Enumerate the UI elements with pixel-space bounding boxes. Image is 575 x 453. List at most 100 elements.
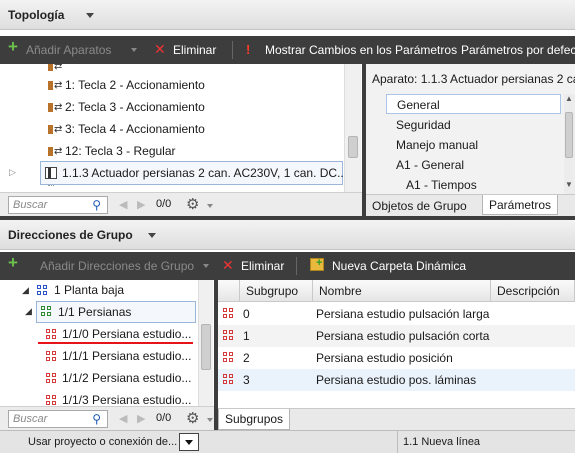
tree-main-group-row[interactable]: ◢ 1 Planta baja: [0, 280, 200, 301]
group-address-icon: [46, 351, 58, 363]
search-icon[interactable]: ⚲: [92, 198, 101, 212]
collapse-arrow-icon[interactable]: ◢: [22, 280, 29, 301]
connection-dropdown-button[interactable]: [179, 433, 199, 451]
red-highlight-underline: [38, 342, 193, 344]
scrollbar-thumb[interactable]: [201, 324, 211, 370]
topology-panel-header: Topología: [0, 0, 575, 30]
param-item[interactable]: Seguridad: [396, 118, 451, 132]
dynamic-folder-icon: +: [310, 257, 324, 271]
default-params-button[interactable]: Parámetros por defecto: [461, 43, 575, 57]
param-item[interactable]: Manejo manual: [396, 138, 478, 152]
topology-title: Topología: [8, 8, 65, 22]
group-address-tree-scrollbar[interactable]: [198, 280, 213, 408]
device-object-icon: ⇄: [48, 124, 62, 135]
group-address-icon: [223, 374, 235, 386]
tree-middle-group-row-selected[interactable]: ◢ 1/1 Persianas: [25, 301, 196, 323]
settings-dropdown-icon[interactable]: [207, 418, 213, 422]
settings-gear-icon[interactable]: ⚙: [186, 409, 199, 427]
column-header-name[interactable]: Nombre: [313, 280, 491, 302]
settings-dropdown-icon[interactable]: [207, 204, 213, 208]
add-group-addresses-button[interactable]: Añadir Direcciones de Grupo: [40, 259, 194, 273]
scroll-down-icon[interactable]: ▼: [565, 180, 573, 189]
param-item[interactable]: A1 - General: [396, 158, 464, 172]
group-address-tree: ◢ 1 Planta baja ◢ 1/1 Persianas 1/1/0 Pe…: [0, 280, 214, 408]
table-row[interactable]: 2 Persiana estudio posición: [218, 347, 575, 369]
cell-subgroup: 1: [243, 329, 250, 343]
cell-subgroup: 2: [243, 351, 250, 365]
table-row[interactable]: 3 Persiana estudio pos. láminas: [218, 369, 575, 391]
tab-subgroups[interactable]: Subgrupos: [218, 409, 291, 430]
scrollbar-thumb[interactable]: [565, 112, 573, 158]
settings-gear-icon[interactable]: ⚙: [186, 195, 199, 213]
warning-exclamation-icon: !: [246, 42, 251, 57]
cell-name: Persiana estudio posición: [316, 351, 453, 365]
table-row[interactable]: 1 Persiana estudio pulsación corta: [218, 325, 575, 347]
new-dynamic-folder-button[interactable]: Nueva Carpeta Dinámica: [332, 259, 466, 273]
parameters-pane: Aparato: 1.1.3 Actuador persianas 2 can.…: [366, 64, 575, 194]
toolbar-separator: [232, 41, 233, 59]
search-next-icon[interactable]: ▶: [137, 412, 145, 425]
group-address-search-input[interactable]: Buscar ⚲: [8, 410, 108, 428]
search-prev-icon[interactable]: ◀: [119, 412, 127, 425]
table-row[interactable]: 0 Persiana estudio pulsación larga: [218, 303, 575, 325]
tab-group-objects[interactable]: Objetos de Grupo: [372, 199, 467, 213]
chevron-down-icon: [185, 440, 193, 445]
group-address-icon: [46, 373, 58, 385]
cell-name: Persiana estudio pos. láminas: [316, 373, 477, 387]
group-addresses-menu-chevron-icon[interactable]: [148, 233, 156, 238]
device-object-icon: ⇄: [48, 64, 62, 72]
add-plus-icon: +: [8, 253, 18, 272]
tree-label: 1 Planta baja: [54, 283, 125, 297]
param-item[interactable]: A1 - Tiempos: [406, 178, 477, 192]
add-addresses-dropdown-icon[interactable]: [203, 264, 209, 268]
show-param-changes-button[interactable]: Mostrar Cambios en los Parámetros: [265, 43, 457, 57]
search-icon[interactable]: ⚲: [92, 412, 101, 426]
topology-tree-scrollbar[interactable]: [344, 64, 361, 192]
group-addresses-toolbar: + Añadir Direcciones de Grupo ✕ Eliminar…: [0, 252, 575, 280]
project-connection-label: Usar proyecto o conexión de...: [28, 436, 178, 448]
topology-search-input[interactable]: Buscar ⚲: [8, 196, 108, 214]
search-prev-icon[interactable]: ◀: [119, 198, 127, 211]
tree-object-label: 1: Tecla 2 - Accionamiento: [65, 78, 205, 92]
scrollbar-thumb[interactable]: [348, 136, 358, 158]
column-header-subgroup[interactable]: Subgrupo: [240, 280, 313, 302]
tree-group-address-row[interactable]: 1/1/1 Persiana estudio...: [44, 346, 196, 367]
delete-address-button[interactable]: Eliminar: [241, 259, 284, 273]
device-object-icon: ⇄: [48, 80, 62, 91]
search-next-icon[interactable]: ▶: [137, 198, 145, 211]
param-scrollbar[interactable]: ▲ ▼: [564, 94, 575, 194]
middle-group-icon: [41, 306, 53, 318]
subgroups-tabbar: Subgrupos: [218, 408, 575, 430]
search-placeholder: Buscar: [13, 413, 48, 425]
cell-name: Persiana estudio pulsación larga: [316, 307, 490, 321]
status-bar: Usar proyecto o conexión de... 1.1 Nueva…: [0, 430, 575, 453]
scroll-up-icon[interactable]: ▲: [565, 94, 573, 103]
add-devices-dropdown-icon[interactable]: [131, 48, 137, 52]
topology-menu-chevron-icon[interactable]: [86, 13, 94, 18]
device-object-icon: ⇄: [48, 102, 62, 113]
group-address-icon: [223, 352, 235, 364]
search-count: 0/0: [156, 412, 172, 424]
tree-device-row-selected[interactable]: ▷ 1.1.3 Actuador persianas 2 can. AC230V…: [9, 161, 347, 185]
column-header-description[interactable]: Descripción: [491, 280, 575, 302]
add-devices-button[interactable]: Añadir Aparatos: [26, 43, 111, 57]
topology-toolbar: + Añadir Aparatos ✕ Eliminar ! Mostrar C…: [0, 36, 575, 64]
param-item-selected[interactable]: General: [386, 94, 561, 114]
delete-x-icon: ✕: [154, 41, 166, 57]
tree-object-label: 3: Tecla 4 - Accionamiento: [65, 122, 205, 136]
param-item-label: General: [397, 98, 440, 112]
delete-device-button[interactable]: Eliminar: [173, 43, 216, 57]
topology-search-bar: Buscar ⚲ ◀ ▶ 0/0 ⚙: [0, 192, 362, 216]
tree-label: 1/1 Persianas: [58, 305, 132, 319]
cell-name: Persiana estudio pulsación corta: [316, 329, 490, 343]
expand-arrow-icon[interactable]: ▷: [9, 162, 16, 183]
group-address-search-bar: Buscar ⚲ ◀ ▶ 0/0 ⚙: [0, 406, 214, 430]
group-address-icon: [223, 330, 235, 342]
collapse-arrow-icon[interactable]: ◢: [25, 301, 32, 322]
add-plus-icon: +: [8, 37, 18, 56]
status-separator: [397, 431, 398, 453]
device-header: Aparato: 1.1.3 Actuador persianas 2 can.…: [372, 72, 575, 86]
tab-parameters[interactable]: Parámetros: [482, 195, 559, 215]
cell-subgroup: 0: [243, 307, 250, 321]
tree-group-address-row[interactable]: 1/1/2 Persiana estudio...: [44, 368, 196, 389]
